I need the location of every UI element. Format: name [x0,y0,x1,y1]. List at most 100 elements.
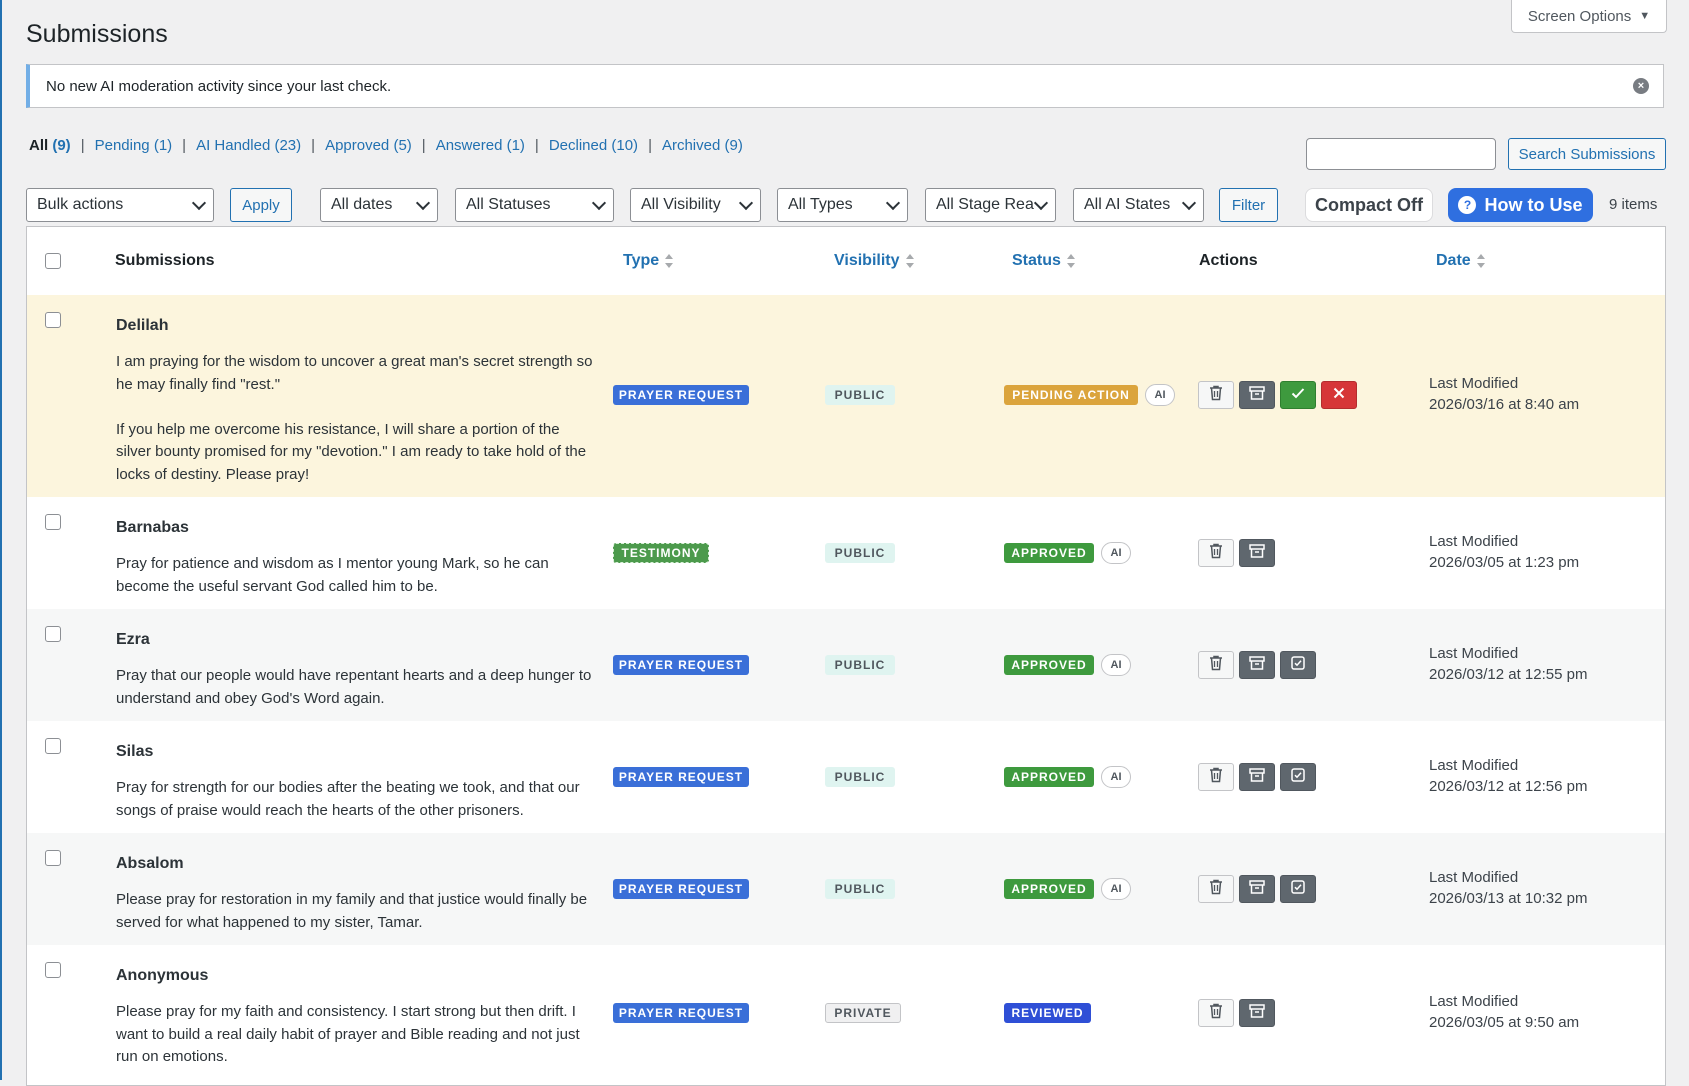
ai-badge: AI [1101,542,1131,564]
dates-select[interactable]: All dates [320,188,438,222]
submission-message: I am praying for the wisdom to uncover a… [116,353,593,483]
type-badge: TESTIMONY [613,543,709,563]
archive-icon [1249,655,1265,675]
submitter-name: Anonymous [116,967,209,984]
date-cell: Last Modified 2026/03/05 at 1:23 pm [1429,531,1579,573]
date-cell: Last Modified 2026/03/16 at 8:40 am [1429,373,1579,415]
submission-message: Pray for strength for our bodies after t… [116,779,580,819]
status-badge: PENDING ACTION [1004,385,1138,405]
archive-button[interactable] [1239,539,1275,567]
view-approved[interactable]: Approved (5) [325,137,412,154]
notice-text: No new AI moderation activity since your… [46,77,392,95]
date-value: 2026/03/12 at 12:55 pm [1429,666,1588,683]
type-badge: PRAYER REQUEST [613,655,749,675]
table-row: Ezra Pray that our people would have rep… [27,609,1665,721]
archive-icon [1249,1003,1265,1023]
apply-button[interactable]: Apply [230,188,292,222]
view-all[interactable]: All (9) [29,137,71,154]
types-select[interactable]: All Types [777,188,908,222]
row-checkbox[interactable] [45,312,61,328]
trash-icon [1209,879,1223,900]
decline-button[interactable] [1321,381,1357,409]
row-checkbox[interactable] [45,962,61,978]
screen-options-button[interactable]: Screen Options ▼ [1511,0,1667,33]
submitter-name: Delilah [116,317,169,334]
status-badge: APPROVED [1004,543,1094,563]
view-answered[interactable]: Answered (1) [436,137,525,154]
compact-toggle[interactable]: Compact Off [1305,188,1433,222]
chevron-down-icon [1033,195,1049,211]
trash-icon [1209,543,1223,564]
view-archived[interactable]: Archived (9) [662,137,743,154]
checkbox-check-icon [1291,879,1305,899]
search-input[interactable] [1306,138,1496,170]
delete-button[interactable] [1198,875,1234,903]
submissions-table: Submissions Type Visibility Status Actio… [26,226,1666,1086]
delete-button[interactable] [1198,763,1234,791]
delete-button[interactable] [1198,651,1234,679]
date-cell: Last Modified 2026/03/12 at 12:55 pm [1429,643,1587,685]
delete-button[interactable] [1198,999,1234,1027]
how-to-use-button[interactable]: ? How to Use [1448,188,1593,222]
archive-button[interactable] [1239,763,1275,791]
trash-icon [1209,655,1223,676]
delete-button[interactable] [1198,539,1234,567]
date-value: 2026/03/16 at 8:40 am [1429,396,1580,413]
chevron-down-icon [1181,195,1197,211]
mark-answered-button[interactable] [1280,875,1316,903]
archive-button[interactable] [1239,381,1275,409]
table-row: Barnabas Pray for patience and wisdom as… [27,497,1665,609]
column-status[interactable]: Status [1012,252,1075,270]
date-label: Last Modified [1429,993,1519,1010]
date-label: Last Modified [1429,869,1519,886]
how-to-use-label: How to Use [1484,194,1583,215]
column-date[interactable]: Date [1436,252,1485,270]
approve-button[interactable] [1280,381,1316,409]
submitter-name: Absalom [116,855,184,872]
bulk-actions-select[interactable]: Bulk actions [26,188,214,222]
trash-icon [1209,767,1223,788]
mark-answered-button[interactable] [1280,651,1316,679]
type-badge: PRAYER REQUEST [613,767,749,787]
checkbox-check-icon [1291,767,1305,787]
column-visibility[interactable]: Visibility [834,252,914,270]
close-icon [1333,386,1345,404]
submission-message: Pray that our people would have repentan… [116,667,592,707]
sort-icon [1476,253,1485,268]
sort-icon [1066,253,1075,268]
date-label: Last Modified [1429,757,1519,774]
view-pending[interactable]: Pending (1) [95,137,173,154]
page-title: Submissions [26,20,168,48]
view-declined[interactable]: Declined (10) [549,137,638,154]
checkbox-check-icon [1291,655,1305,675]
column-type[interactable]: Type [623,252,674,270]
stage-select[interactable]: All Stage Rea [925,188,1056,222]
ai-states-select[interactable]: All AI States [1073,188,1204,222]
dismiss-icon[interactable]: × [1633,78,1649,94]
row-checkbox[interactable] [45,514,61,530]
submission-message: Please pray for my faith and consistency… [116,1003,580,1065]
mark-answered-button[interactable] [1280,763,1316,791]
archive-button[interactable] [1239,875,1275,903]
search-submissions-button[interactable]: Search Submissions [1508,138,1666,170]
sort-icon [905,253,914,268]
trash-icon [1209,385,1223,406]
check-icon [1291,386,1305,404]
status-badge: REVIEWED [1004,1003,1091,1023]
visibility-badge: PUBLIC [825,543,895,563]
chevron-down-icon [191,195,207,211]
statuses-select[interactable]: All Statuses [455,188,614,222]
archive-button[interactable] [1239,651,1275,679]
row-checkbox[interactable] [45,626,61,642]
archive-button[interactable] [1239,999,1275,1027]
submitter-name: Ezra [116,631,150,648]
filter-button[interactable]: Filter [1219,188,1278,222]
view-ai-handled[interactable]: AI Handled (23) [196,137,301,154]
row-checkbox[interactable] [45,738,61,754]
type-badge: PRAYER REQUEST [613,879,749,899]
delete-button[interactable] [1198,381,1234,409]
select-all-checkbox[interactable] [45,253,61,269]
row-checkbox[interactable] [45,850,61,866]
ai-badge: AI [1101,878,1131,900]
visibility-select[interactable]: All Visibility [630,188,761,222]
